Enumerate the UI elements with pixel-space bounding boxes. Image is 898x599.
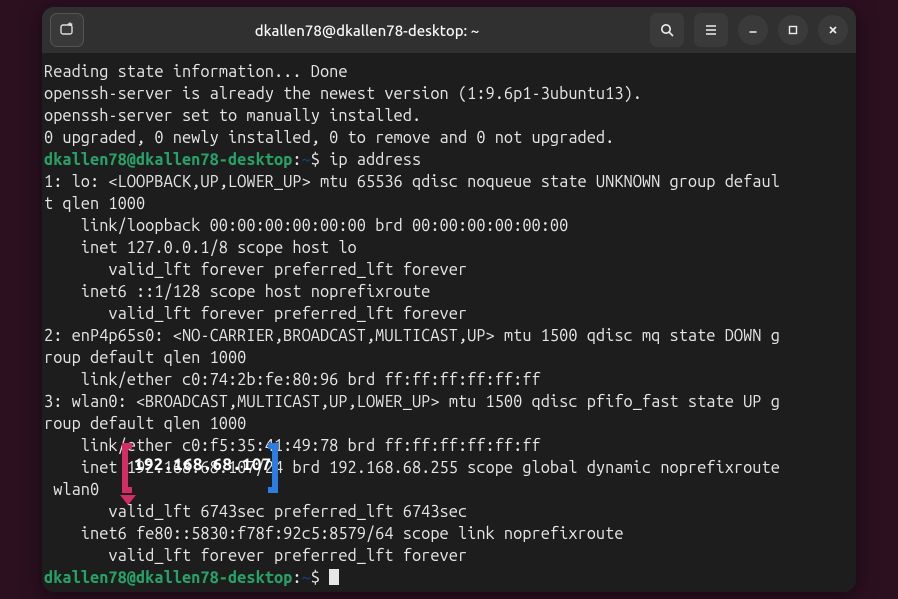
prompt-path: ~ <box>302 151 311 169</box>
window-title: dkallen78@dkallen78-desktop: ~ <box>92 22 642 39</box>
menu-button[interactable] <box>694 13 728 47</box>
term-line: wlan0 <box>44 481 99 499</box>
prompt-dollar: $ <box>311 151 329 169</box>
term-line: valid_lft forever preferred_lft forever <box>44 261 467 279</box>
term-line: inet6 fe80::5830:f78f:92c5:8579/64 scope… <box>44 525 624 543</box>
term-line: 0 upgraded, 0 newly installed, 0 to remo… <box>44 129 614 147</box>
close-icon <box>827 24 839 36</box>
command-text: ip address <box>329 151 421 169</box>
minimize-button[interactable] <box>738 15 768 45</box>
term-line: 1: lo: <LOOPBACK,UP,LOWER_UP> mtu 65536 … <box>44 173 780 191</box>
prompt-user: dkallen78@dkallen78-desktop <box>44 151 292 169</box>
term-line: openssh-server is already the newest ver… <box>44 85 642 103</box>
term-line: roup default qlen 1000 <box>44 349 246 367</box>
term-line: 3: wlan0: <BROADCAST,MULTICAST,UP,LOWER_… <box>44 393 780 411</box>
term-line: link/ether c0:f5:35:41:49:78 brd ff:ff:f… <box>44 437 541 455</box>
prompt-colon: : <box>292 569 301 587</box>
term-line: 2: enP4p65s0: <NO-CARRIER,BROADCAST,MULT… <box>44 327 780 345</box>
search-icon <box>659 22 675 38</box>
new-tab-button[interactable] <box>50 13 84 47</box>
term-line: valid_lft forever preferred_lft forever <box>44 305 467 323</box>
close-button[interactable] <box>818 15 848 45</box>
cursor <box>329 569 339 585</box>
term-line: openssh-server set to manually installed… <box>44 107 421 125</box>
titlebar-right-group <box>650 13 848 47</box>
term-line: link/ether c0:74:2b:fe:80:96 brd ff:ff:f… <box>44 371 541 389</box>
term-line: inet 192.168.68.107/24 brd 192.168.68.25… <box>44 459 780 477</box>
search-button[interactable] <box>650 13 684 47</box>
prompt-path: ~ <box>302 569 311 587</box>
term-line: t qlen 1000 <box>44 195 145 213</box>
prompt-user: dkallen78@dkallen78-desktop <box>44 569 292 587</box>
titlebar: dkallen78@dkallen78-desktop: ~ <box>42 7 856 53</box>
term-line: valid_lft 6743sec preferred_lft 6743sec <box>44 503 467 521</box>
term-line: valid_lft forever preferred_lft forever <box>44 547 467 565</box>
terminal-window: dkallen78@dkallen78-desktop: ~ Reading s… <box>42 7 856 592</box>
term-line: Reading state information... Done <box>44 63 348 81</box>
term-line: roup default qlen 1000 <box>44 415 246 433</box>
term-line: inet 127.0.0.1/8 scope host lo <box>44 239 357 257</box>
prompt-colon: : <box>292 151 301 169</box>
terminal-content[interactable]: Reading state information... Done openss… <box>42 53 856 591</box>
maximize-button[interactable] <box>778 15 808 45</box>
term-line: inet6 ::1/128 scope host noprefixroute <box>44 283 430 301</box>
maximize-icon <box>787 24 799 36</box>
term-line: link/loopback 00:00:00:00:00:00 brd 00:0… <box>44 217 568 235</box>
new-tab-icon <box>59 22 75 38</box>
minimize-icon <box>747 24 759 36</box>
prompt-dollar: $ <box>311 569 329 587</box>
hamburger-icon <box>703 22 719 38</box>
